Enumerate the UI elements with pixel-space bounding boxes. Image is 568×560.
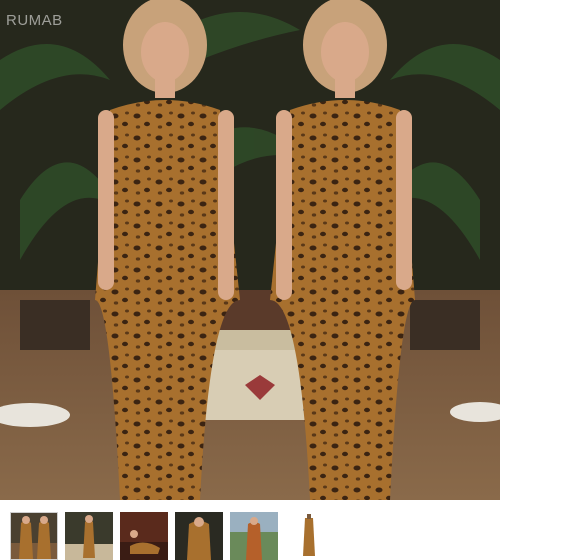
thumb-photo-1-icon [11,513,57,559]
thumbnail-5[interactable] [230,512,278,560]
leopard-print-dress-photo [0,0,500,500]
thumbnail-strip [0,508,568,560]
thumb-photo-2-icon [65,512,113,560]
thumb-photo-5-icon [230,512,278,560]
main-product-image[interactable]: RUMAB [0,0,500,500]
thumbnail-3[interactable] [120,512,168,560]
thumbnail-2[interactable] [65,512,113,560]
thumb-photo-4-icon [175,512,223,560]
thumb-photo-6-icon [285,512,333,560]
thumbnail-4[interactable] [175,512,223,560]
thumb-photo-3-icon [120,512,168,560]
thumbnail-6[interactable] [285,512,333,560]
thumbnail-1[interactable] [10,512,58,560]
watermark-text: RUMAB [6,12,63,29]
